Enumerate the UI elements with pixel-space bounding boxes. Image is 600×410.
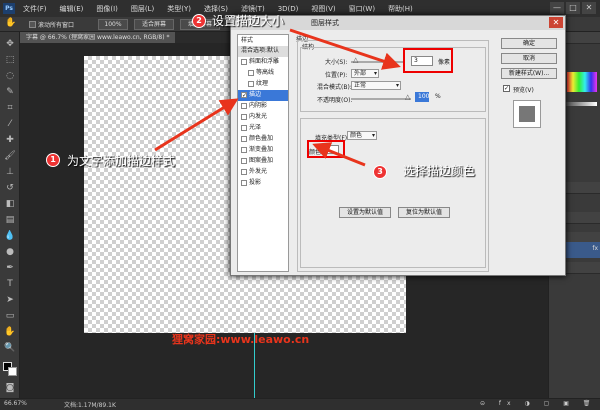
- annotation-text-2: 设置描边大小: [212, 14, 285, 28]
- arrow-2: [289, 28, 401, 70]
- annotation-arrows: [154, 28, 401, 167]
- annotation-text-3: 选择描边颜色: [403, 164, 476, 178]
- arrow-3: [312, 142, 366, 167]
- arrow-1: [154, 98, 239, 152]
- annotation-badge-2: 2: [192, 14, 206, 28]
- annotation-badge-1: 1: [46, 153, 60, 167]
- annotation-text-1: 为文字添加描边样式: [67, 154, 176, 168]
- annotation-badge-3: 3: [373, 165, 387, 179]
